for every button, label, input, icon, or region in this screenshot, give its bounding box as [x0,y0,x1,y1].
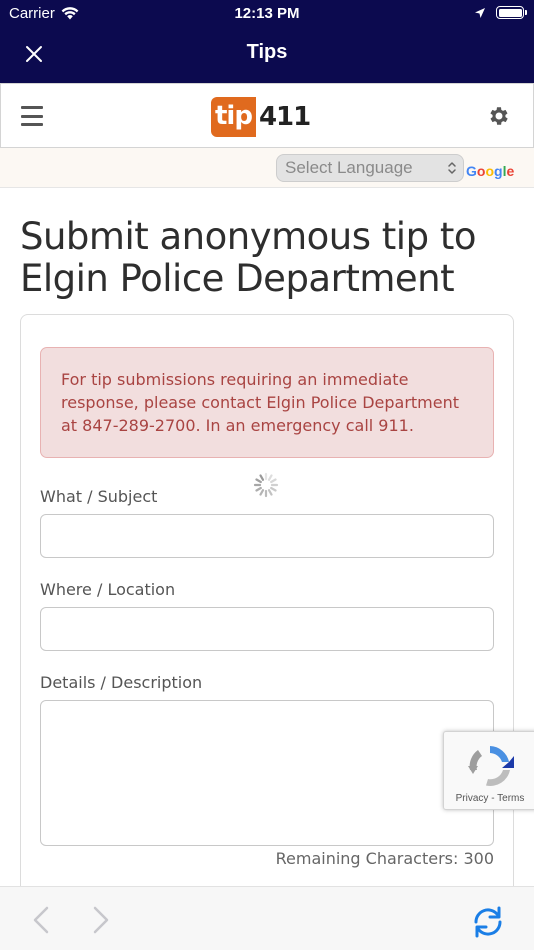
emergency-alert: For tip submissions requiring an immedia… [40,347,494,458]
logo-number-text: 411 [258,102,311,132]
location-input[interactable] [40,607,494,651]
status-time: 12:13 PM [234,5,300,22]
menu-bar [21,114,43,118]
spinner-tick [270,486,277,492]
spinner-tick [255,486,262,492]
app-top-bar: Carrier 12:13 PM Tips [0,0,534,83]
language-bar: Select Language Google [0,148,534,188]
recaptcha-links: Privacy - Terms [444,793,534,804]
recaptcha-badge[interactable]: Privacy - Terms [443,731,534,810]
reload-button[interactable] [468,905,508,938]
browser-toolbar [0,886,534,950]
spinner-tick [259,489,265,496]
spinner-tick [259,474,265,481]
nav-title: Tips [246,41,288,63]
recaptcha-terms-link[interactable]: Terms [497,793,524,804]
page-title: Submit anonymous tip to Elgin Police Dep… [20,215,476,300]
site-header: tip 411 [0,83,534,148]
spinner-tick [267,474,273,481]
recaptcha-privacy-link[interactable]: Privacy [456,793,489,804]
gear-icon [490,107,508,125]
details-textarea[interactable] [40,700,494,846]
settings-button[interactable] [487,104,511,128]
language-select-label: Select Language [285,158,413,177]
google-logo-letter: g [494,163,503,179]
recaptcha-separator: - [488,793,498,804]
logo-tip-text: tip [211,97,256,137]
tip411-logo[interactable]: tip 411 [211,97,311,137]
location-label: Where / Location [40,580,176,599]
location-arrow-icon [475,7,485,18]
recaptcha-icon [468,746,514,786]
google-logo-letter: e [506,163,515,179]
loading-spinner-icon [253,472,279,498]
details-label: Details / Description [40,673,203,692]
hamburger-menu-button[interactable] [21,106,43,126]
google-logo: Google [466,163,514,179]
menu-bar [21,123,43,126]
remaining-characters: Remaining Characters: 300 [275,849,494,868]
menu-bar [21,106,43,109]
spinner-tick [267,489,273,496]
google-logo-letter: G [466,163,477,179]
status-right-group [474,6,527,19]
up-down-chevron-icon [448,162,456,174]
back-button[interactable] [28,905,56,935]
spinner-tick [255,478,262,484]
forward-button[interactable] [86,905,114,935]
language-select[interactable]: Select Language [276,154,464,182]
google-logo-letter: o [485,163,495,179]
spinner-tick [270,478,277,484]
refresh-icon [474,906,502,938]
subject-label: What / Subject [40,487,158,506]
status-bar: Carrier 12:13 PM [0,0,534,28]
chevron-left-icon [33,906,49,934]
chevron-right-icon [93,906,109,934]
battery-icon [496,6,527,19]
navigation-bar: Tips [0,28,534,83]
subject-input[interactable] [40,514,494,558]
